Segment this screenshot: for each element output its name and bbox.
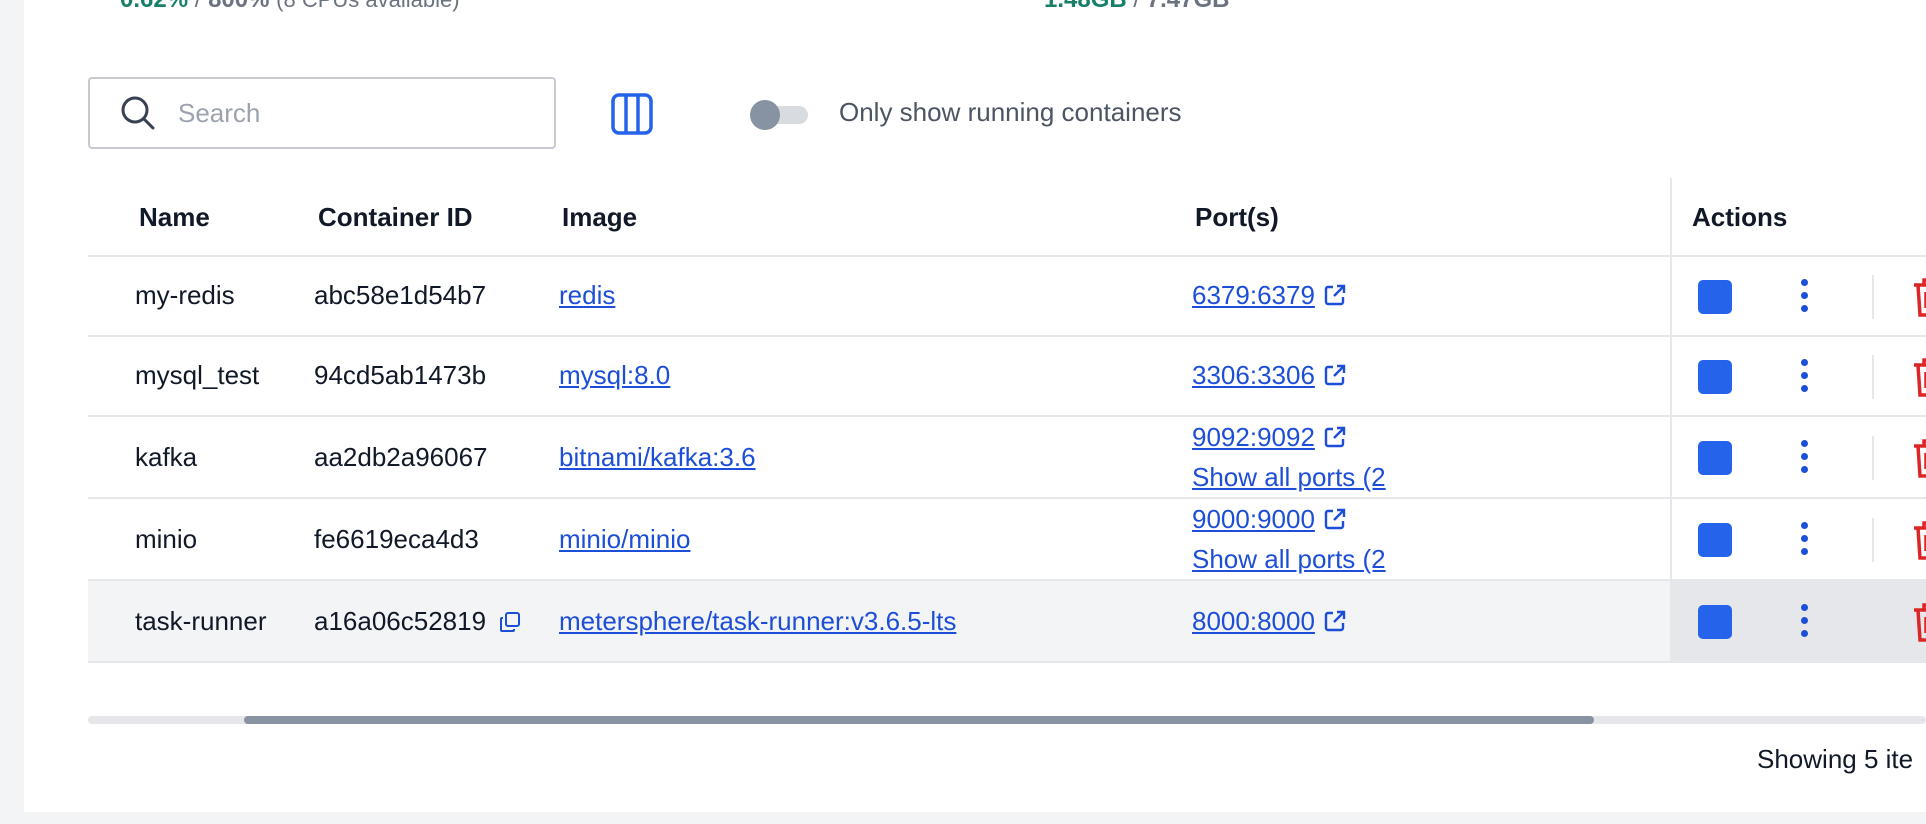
cpu-usage: 0.62% / 800% (8 CPUs available) xyxy=(120,0,460,14)
trash-icon[interactable] xyxy=(1910,436,1926,480)
table-row[interactable]: task-runner a16a06c52819 metersphere/tas… xyxy=(88,581,1926,663)
stop-button[interactable] xyxy=(1698,605,1732,639)
divider xyxy=(1872,355,1874,399)
column-image[interactable]: Image xyxy=(562,202,637,233)
more-vertical-icon[interactable] xyxy=(1800,359,1810,393)
page-bottom-edge xyxy=(0,812,1926,824)
port-cell: 9000:9000 xyxy=(1192,504,1347,535)
divider xyxy=(1872,275,1874,319)
search-box[interactable] xyxy=(88,77,556,149)
actions-cell xyxy=(1672,417,1926,499)
column-ports[interactable]: Port(s) xyxy=(1195,202,1279,233)
port-link[interactable]: 3306:3306 xyxy=(1192,360,1315,390)
show-all-ports-link[interactable]: Show all ports (2 xyxy=(1192,544,1386,575)
memory-usage-max: 7.47GB xyxy=(1147,0,1230,13)
port-cell: 8000:8000 xyxy=(1192,606,1347,637)
cpu-usage-note: (8 CPUs available) xyxy=(276,0,459,12)
image-link[interactable]: metersphere/task-runner:v3.6.5-lts xyxy=(559,606,956,637)
image-link[interactable]: bitnami/kafka:3.6 xyxy=(559,442,756,473)
external-link-icon[interactable] xyxy=(1323,363,1347,387)
resource-stats: 0.62% / 800% (8 CPUs available) 1.48GB /… xyxy=(24,0,1926,14)
column-name[interactable]: Name xyxy=(139,202,210,233)
container-id: abc58e1d54b7 xyxy=(314,280,487,310)
container-name: kafka xyxy=(135,442,198,472)
stop-button[interactable] xyxy=(1698,360,1732,394)
containers-table: Name Container ID Image Port(s) my-redis… xyxy=(88,178,1926,663)
trash-icon[interactable] xyxy=(1910,275,1926,319)
actions-cell xyxy=(1672,257,1926,337)
port-link[interactable]: 9000:9000 xyxy=(1192,504,1315,534)
toggle-knob xyxy=(750,100,780,130)
more-vertical-icon[interactable] xyxy=(1800,440,1810,474)
actions-column: Actions xyxy=(1670,178,1926,663)
showing-count: Showing 5 ite xyxy=(1757,744,1914,774)
table-row[interactable]: minio fe6619eca4d3 minio/minio 9000:9000… xyxy=(88,499,1926,581)
more-vertical-icon[interactable] xyxy=(1800,279,1810,313)
container-name: task-runner xyxy=(135,606,267,636)
external-link-icon[interactable] xyxy=(1323,283,1347,307)
container-name: my-redis xyxy=(135,280,235,310)
columns-icon[interactable] xyxy=(610,92,654,136)
port-cell: 9092:9092 xyxy=(1192,422,1347,453)
image-link[interactable]: mysql:8.0 xyxy=(559,360,670,391)
container-name: mysql_test xyxy=(135,360,260,390)
actions-cell xyxy=(1672,581,1926,663)
memory-usage-separator: / xyxy=(1127,0,1147,13)
container-id: 94cd5ab1473b xyxy=(314,360,487,390)
stop-button[interactable] xyxy=(1698,523,1732,557)
containers-panel: 0.62% / 800% (8 CPUs available) 1.48GB /… xyxy=(24,0,1926,812)
cpu-usage-max: 800% xyxy=(208,0,269,13)
container-id: a16a06c52819 xyxy=(314,606,487,636)
copy-icon[interactable] xyxy=(498,610,522,634)
divider xyxy=(1872,518,1874,562)
trash-icon[interactable] xyxy=(1910,600,1926,644)
table-row[interactable]: kafka aa2db2a96067 bitnami/kafka:3.6 909… xyxy=(88,417,1926,499)
search-input[interactable] xyxy=(176,96,540,130)
table-row[interactable]: mysql_test 94cd5ab1473b mysql:8.0 3306:3… xyxy=(88,337,1926,417)
running-only-label: Only show running containers xyxy=(839,97,1182,127)
show-all-ports-link[interactable]: Show all ports (2 xyxy=(1192,462,1386,493)
port-cell: 6379:6379 xyxy=(1192,280,1347,311)
memory-usage-value: 1.48GB xyxy=(1044,0,1127,13)
divider xyxy=(1872,600,1874,644)
container-id: aa2db2a96067 xyxy=(314,442,488,472)
running-only-toggle[interactable] xyxy=(750,100,810,130)
column-actions: Actions xyxy=(1692,202,1788,232)
column-container-id[interactable]: Container ID xyxy=(318,202,473,233)
table-row[interactable]: my-redis abc58e1d54b7 redis 6379:6379 xyxy=(88,257,1926,337)
container-id: fe6619eca4d3 xyxy=(314,524,479,554)
port-cell: 3306:3306 xyxy=(1192,360,1347,391)
scrollbar-thumb[interactable] xyxy=(244,716,1594,724)
actions-cell xyxy=(1672,499,1926,581)
stop-button[interactable] xyxy=(1698,441,1732,475)
actions-cell xyxy=(1672,337,1926,417)
trash-icon[interactable] xyxy=(1910,518,1926,562)
port-link[interactable]: 9092:9092 xyxy=(1192,422,1315,452)
more-vertical-icon[interactable] xyxy=(1800,604,1810,638)
external-link-icon[interactable] xyxy=(1323,507,1347,531)
table-header: Name Container ID Image Port(s) xyxy=(88,178,1926,257)
port-link[interactable]: 6379:6379 xyxy=(1192,280,1315,310)
external-link-icon[interactable] xyxy=(1323,425,1347,449)
cpu-usage-separator: / xyxy=(188,0,208,13)
trash-icon[interactable] xyxy=(1910,355,1926,399)
divider xyxy=(1872,436,1874,480)
memory-usage: 1.48GB / 7.47GB xyxy=(1044,0,1229,14)
port-link[interactable]: 8000:8000 xyxy=(1192,606,1315,636)
horizontal-scrollbar[interactable] xyxy=(88,716,1926,724)
image-link[interactable]: redis xyxy=(559,280,615,311)
image-link[interactable]: minio/minio xyxy=(559,524,691,555)
search-icon xyxy=(121,96,155,130)
cpu-usage-value: 0.62% xyxy=(120,0,188,13)
stop-button[interactable] xyxy=(1698,280,1732,314)
external-link-icon[interactable] xyxy=(1323,609,1347,633)
container-name: minio xyxy=(135,524,198,554)
actions-header: Actions xyxy=(1672,178,1926,257)
more-vertical-icon[interactable] xyxy=(1800,522,1810,556)
